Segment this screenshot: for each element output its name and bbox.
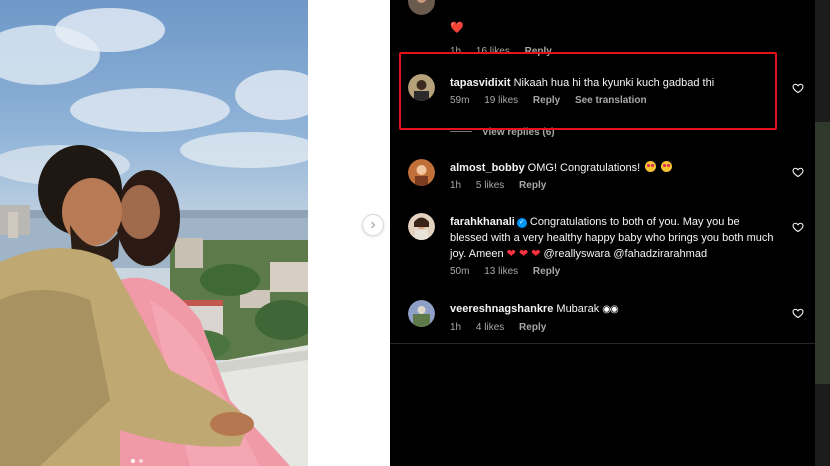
avatar[interactable]	[408, 0, 435, 15]
reply-button[interactable]: Reply	[519, 180, 546, 191]
comment-meta: 50m 13 likes Reply	[450, 266, 780, 277]
avatar[interactable]	[408, 300, 435, 327]
comment-likes[interactable]: 4 likes	[476, 322, 504, 333]
replies-divider	[450, 131, 472, 132]
comment-likes[interactable]: 5 likes	[476, 180, 504, 191]
heart-eyes-emoji-icon	[661, 161, 673, 172]
comment-time: 1h	[450, 180, 462, 191]
heart-eyes-emoji-icon	[645, 161, 657, 172]
comment-mentions[interactable]: @reallyswara @fahadzirarahmad	[544, 248, 708, 260]
chevron-right-icon	[371, 221, 376, 229]
comment-meta: 1h 4 likes Reply	[450, 322, 780, 333]
panel-divider	[390, 343, 815, 344]
heart-outline-icon[interactable]	[792, 82, 804, 94]
background-page-edge	[815, 0, 830, 466]
comment-text: Mubarak	[556, 303, 600, 315]
comment-time: 1h	[450, 322, 462, 333]
verified-badge-icon: ✓	[516, 218, 527, 228]
reply-button[interactable]: Reply	[533, 266, 560, 277]
comment-time: 50m	[450, 266, 470, 277]
avatar[interactable]	[408, 213, 435, 240]
carousel-next-button[interactable]	[362, 214, 384, 236]
comment-text: OMG! Congratulations!	[527, 162, 641, 174]
comment-likes[interactable]: 13 likes	[484, 266, 518, 277]
background-thumbnail	[815, 122, 830, 384]
comment-username[interactable]: farahkhanali	[450, 216, 515, 228]
heart-outline-icon[interactable]	[792, 166, 804, 178]
highlight-annotation-box	[399, 52, 777, 130]
comment-text: ❤️	[450, 22, 464, 34]
comment-username[interactable]: almost_bobby	[450, 162, 525, 174]
comment-meta: 1h 5 likes Reply	[450, 180, 780, 191]
reply-button[interactable]: Reply	[519, 322, 546, 333]
red-heart-emoji-icon: ❤ ❤ ❤	[506, 248, 541, 260]
comment-username[interactable]: veereshnagshankre	[450, 303, 553, 315]
heart-outline-icon[interactable]	[792, 221, 804, 233]
eyes-emoji-icon: ◉◉	[602, 304, 618, 315]
avatar[interactable]	[408, 159, 435, 186]
heart-outline-icon[interactable]	[792, 307, 804, 319]
post-photo	[0, 0, 308, 466]
